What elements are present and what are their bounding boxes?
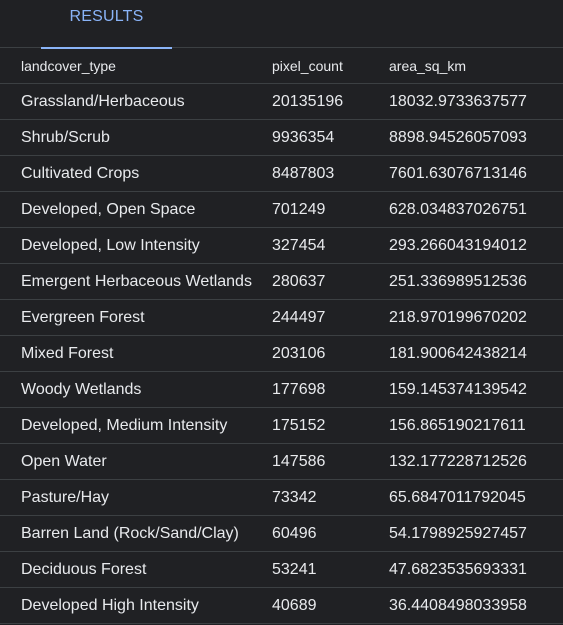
cell-landcover-type: Evergreen Forest <box>21 308 145 326</box>
tab-results-label: RESULTS <box>69 8 144 25</box>
cell-landcover-type: Developed, Low Intensity <box>21 236 200 254</box>
cell-pixel-count: 60496 <box>272 524 317 542</box>
cell-pixel-count: 280637 <box>272 272 326 290</box>
table-row[interactable]: Barren Land (Rock/Sand/Clay) 60496 54.17… <box>0 516 563 552</box>
tab-bar: RESULTS <box>0 0 563 49</box>
cell-landcover-type: Grassland/Herbaceous <box>21 92 185 110</box>
tab-active-indicator <box>41 47 172 49</box>
column-header-pixel-count[interactable]: pixel_count <box>272 58 389 74</box>
column-header-area-sq-km[interactable]: area_sq_km <box>389 58 563 74</box>
table-row[interactable]: Developed, Low Intensity 327454 293.2660… <box>0 228 563 264</box>
table-row[interactable]: Open Water 147586 132.177228712526 <box>0 444 563 480</box>
table-row[interactable]: Cultivated Crops 8487803 7601.6307671314… <box>0 156 563 192</box>
cell-area-sq-km: 18032.9733637577 <box>389 92 527 110</box>
cell-area-sq-km: 8898.94526057093 <box>389 128 527 146</box>
table-row[interactable]: Pasture/Hay 73342 65.6847011792045 <box>0 480 563 516</box>
cell-landcover-type: Developed, Medium Intensity <box>21 416 228 434</box>
cell-area-sq-km: 293.266043194012 <box>389 236 527 254</box>
cell-landcover-type: Emergent Herbaceous Wetlands <box>21 272 252 290</box>
table-row[interactable]: Developed, Medium Intensity 175152 156.8… <box>0 408 563 444</box>
cell-pixel-count: 20135196 <box>272 92 344 110</box>
table-row[interactable]: Developed High Intensity 40689 36.440849… <box>0 588 563 624</box>
cell-pixel-count: 177698 <box>272 380 326 398</box>
cell-area-sq-km: 218.970199670202 <box>389 308 527 326</box>
cell-landcover-type: Pasture/Hay <box>21 488 110 506</box>
cell-pixel-count: 8487803 <box>272 164 335 182</box>
cell-area-sq-km: 156.865190217611 <box>389 416 526 434</box>
cell-pixel-count: 701249 <box>272 200 326 218</box>
cell-pixel-count: 327454 <box>272 236 326 254</box>
table-row[interactable]: Emergent Herbaceous Wetlands 280637 251.… <box>0 264 563 300</box>
table-row[interactable]: Mixed Forest 203106 181.900642438214 <box>0 336 563 372</box>
cell-area-sq-km: 7601.63076713146 <box>389 164 527 182</box>
cell-area-sq-km: 54.1798925927457 <box>389 524 527 542</box>
table-row[interactable]: Evergreen Forest 244497 218.970199670202 <box>0 300 563 336</box>
table-row[interactable]: Shrub/Scrub 9936354 8898.94526057093 <box>0 120 563 156</box>
table-row[interactable]: Developed, Open Space 701249 628.0348370… <box>0 192 563 228</box>
cell-pixel-count: 40689 <box>272 596 317 614</box>
cell-pixel-count: 9936354 <box>272 128 335 146</box>
cell-pixel-count: 73342 <box>272 488 317 506</box>
tab-results[interactable]: RESULTS <box>41 0 172 49</box>
cell-landcover-type: Mixed Forest <box>21 344 114 362</box>
cell-pixel-count: 203106 <box>272 344 326 362</box>
table-header-row: landcover_type pixel_count area_sq_km <box>0 48 563 84</box>
cell-landcover-type: Shrub/Scrub <box>21 128 110 146</box>
table-row[interactable]: Woody Wetlands 177698 159.145374139542 <box>0 372 563 408</box>
table-row[interactable]: Deciduous Forest 53241 47.6823535693331 <box>0 552 563 588</box>
cell-landcover-type: Developed, Open Space <box>21 200 196 218</box>
cell-area-sq-km: 628.034837026751 <box>389 200 527 218</box>
cell-area-sq-km: 159.145374139542 <box>389 380 527 398</box>
cell-area-sq-km: 181.900642438214 <box>389 344 527 362</box>
cell-area-sq-km: 36.4408498033958 <box>389 596 527 614</box>
cell-landcover-type: Open Water <box>21 452 107 470</box>
cell-area-sq-km: 65.6847011792045 <box>389 488 526 506</box>
results-panel: RESULTS landcover_type pixel_count area_… <box>0 0 563 625</box>
cell-landcover-type: Deciduous Forest <box>21 560 147 578</box>
cell-landcover-type: Developed High Intensity <box>21 596 199 614</box>
cell-pixel-count: 175152 <box>272 416 326 434</box>
cell-area-sq-km: 132.177228712526 <box>389 452 527 470</box>
cell-pixel-count: 53241 <box>272 560 317 578</box>
column-header-landcover-type[interactable]: landcover_type <box>0 58 272 74</box>
cell-landcover-type: Barren Land (Rock/Sand/Clay) <box>21 524 239 542</box>
table-row[interactable]: Grassland/Herbaceous 20135196 18032.9733… <box>0 84 563 120</box>
cell-area-sq-km: 251.336989512536 <box>389 272 527 290</box>
cell-landcover-type: Woody Wetlands <box>21 380 142 398</box>
cell-landcover-type: Cultivated Crops <box>21 164 140 182</box>
results-table: landcover_type pixel_count area_sq_km Gr… <box>0 48 563 624</box>
cell-pixel-count: 147586 <box>272 452 326 470</box>
cell-pixel-count: 244497 <box>272 308 326 326</box>
cell-area-sq-km: 47.6823535693331 <box>389 560 527 578</box>
